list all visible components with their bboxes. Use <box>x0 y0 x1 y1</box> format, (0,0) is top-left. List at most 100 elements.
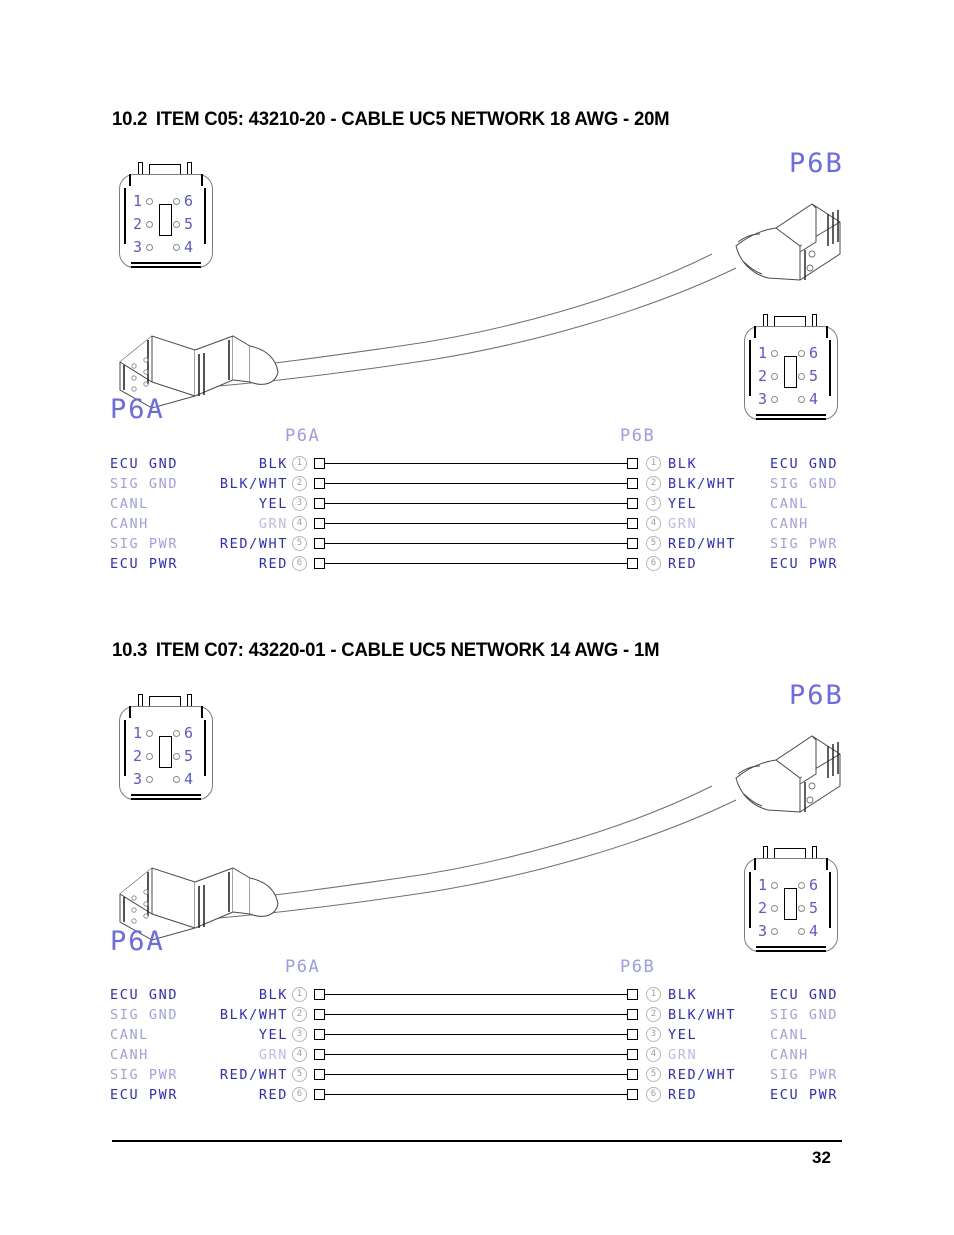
face-pin-4: 4 <box>798 924 818 939</box>
connector-b-label-top: P6B <box>789 148 844 179</box>
pin-hole-icon <box>771 882 779 889</box>
wire-color-right: GRN <box>668 516 698 532</box>
wire-line <box>325 463 628 465</box>
pin-hole-icon <box>798 928 805 935</box>
pin-number-right: 3 <box>646 1027 661 1042</box>
wire-color-right: GRN <box>668 1047 698 1063</box>
wire-line <box>325 523 628 525</box>
pin-number-right: 3 <box>646 496 661 511</box>
face-pin-5: 5 <box>798 369 818 384</box>
wire-color-right: RED/WHT <box>668 536 737 552</box>
pin-number-right: 6 <box>646 556 661 571</box>
pin-number-left: 6 <box>292 1087 307 1102</box>
wire-color-left: RED/WHT <box>219 536 288 552</box>
pin-number-left: 1 <box>292 987 307 1002</box>
face-bottom-line-2 <box>756 950 826 952</box>
face-pin-number: 4 <box>809 390 819 408</box>
pin-hole-icon <box>771 350 779 357</box>
pin-hole-icon <box>798 905 805 912</box>
face-pin-5: 5 <box>798 901 818 916</box>
face-corner-right <box>826 858 828 870</box>
face-pin-number: 2 <box>758 367 768 385</box>
function-right: SIG GND <box>770 1007 839 1023</box>
wire-color-left: BLK <box>258 987 288 1003</box>
terminal-right <box>627 498 638 509</box>
face-pin-number: 1 <box>758 876 768 894</box>
function-right: CANH <box>770 516 809 532</box>
table-header-right: P6B <box>620 426 656 446</box>
face-corner-left <box>754 326 756 338</box>
terminal-right <box>627 1009 638 1020</box>
face-side-left <box>749 340 751 396</box>
terminal-left <box>314 458 325 469</box>
terminal-right <box>627 518 638 529</box>
face-pin-2: 2 <box>758 367 779 385</box>
connector-face-bottom-right: 1 2 3 6 5 4 <box>738 842 846 960</box>
wire-color-right: RED/WHT <box>668 1067 737 1083</box>
wire-color-right: BLK/WHT <box>668 476 737 492</box>
terminal-left <box>314 1069 325 1080</box>
section-number: 10.2 <box>112 108 148 130</box>
table-row: SIG GND BLK/WHT 2 2 BLK/WHT SIG GND <box>0 474 954 494</box>
pin-hole-icon <box>798 396 805 403</box>
pin-number-right: 6 <box>646 1087 661 1102</box>
wire-line <box>325 1054 628 1056</box>
terminal-right <box>627 1049 638 1060</box>
wire-color-left: RED/WHT <box>219 1067 288 1083</box>
face-corner-right <box>826 326 828 338</box>
terminal-left <box>314 989 325 1000</box>
wire-color-left: GRN <box>258 1047 288 1063</box>
wire-color-right: BLK <box>668 456 698 472</box>
wire-color-left: RED <box>258 556 288 572</box>
pin-number-right: 4 <box>646 1047 661 1062</box>
terminal-right <box>627 478 638 489</box>
terminal-left <box>314 498 325 509</box>
face-pin-3: 3 <box>758 922 779 940</box>
pin-number-left: 2 <box>292 476 307 491</box>
table-row: CANL YEL 3 3 YEL CANL <box>0 1025 954 1045</box>
pin-number-right: 5 <box>646 536 661 551</box>
pin-number-left: 5 <box>292 536 307 551</box>
wire-color-left: BLK/WHT <box>219 1007 288 1023</box>
terminal-left <box>314 1029 325 1040</box>
pin-number-left: 4 <box>292 516 307 531</box>
wire-color-right: RED <box>668 556 698 572</box>
face-corner-left <box>754 858 756 870</box>
wire-color-right: YEL <box>668 496 698 512</box>
connector-b-label-top: P6B <box>789 680 844 711</box>
pin-number-left: 2 <box>292 1007 307 1022</box>
section-number: 10.3 <box>112 639 148 661</box>
function-right: ECU GND <box>770 456 839 472</box>
terminal-left <box>314 518 325 529</box>
wire-color-left: BLK/WHT <box>219 476 288 492</box>
pin-number-left: 1 <box>292 456 307 471</box>
wire-line <box>325 1034 628 1036</box>
wire-color-right: BLK/WHT <box>668 1007 737 1023</box>
face-bottom-line-1 <box>756 946 826 948</box>
face-pin-number: 3 <box>758 922 768 940</box>
terminal-right <box>627 538 638 549</box>
wire-line <box>325 1074 628 1076</box>
pin-number-right: 5 <box>646 1067 661 1082</box>
section-heading: 10.3 ITEM C07: 43220-01 - CABLE UC5 NETWO… <box>112 639 660 662</box>
face-side-left <box>749 872 751 928</box>
terminal-right <box>627 458 638 469</box>
function-right: ECU PWR <box>770 556 839 572</box>
page-number: 32 <box>812 1148 831 1167</box>
face-bottom-line-1 <box>756 414 826 416</box>
wire-line <box>325 503 628 505</box>
face-pin-1: 1 <box>758 346 779 361</box>
pin-number-right: 1 <box>646 987 661 1002</box>
wire-line <box>325 994 628 996</box>
pin-number-left: 4 <box>292 1047 307 1062</box>
face-keyway <box>784 888 797 920</box>
connector-a-label: P6A <box>110 394 165 425</box>
pin-number-right: 4 <box>646 516 661 531</box>
face-pin-number: 6 <box>809 876 819 894</box>
terminal-left <box>314 1049 325 1060</box>
table-row: CANH GRN 4 4 GRN CANH <box>0 514 954 534</box>
face-pin-number: 5 <box>809 899 819 917</box>
table-header-right: P6B <box>620 957 656 977</box>
wire-line <box>325 543 628 545</box>
terminal-right <box>627 558 638 569</box>
